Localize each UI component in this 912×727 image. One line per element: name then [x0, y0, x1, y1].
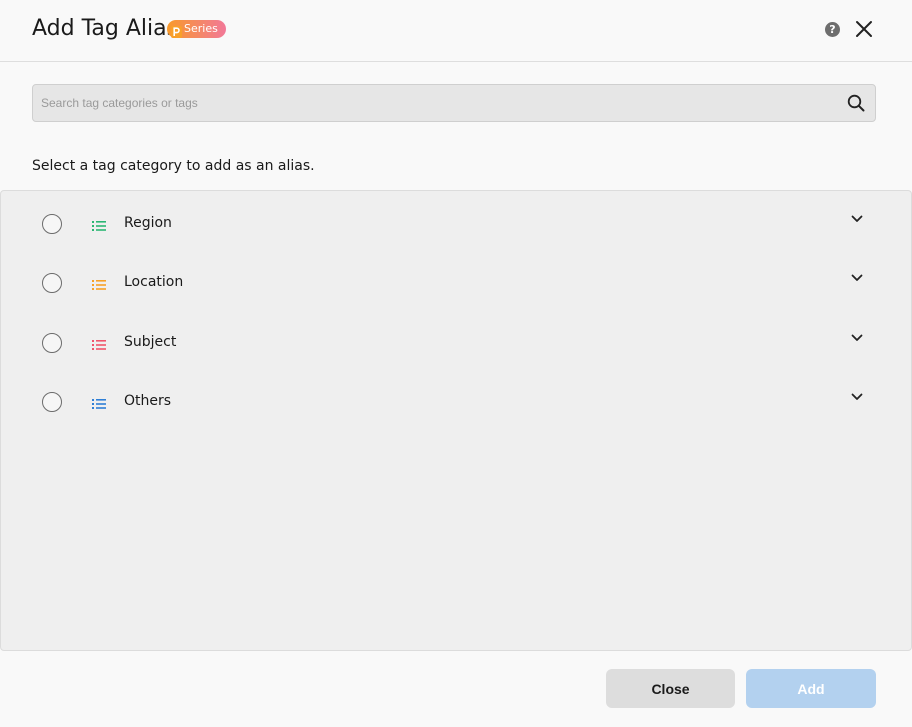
dialog-header: Add Tag Alias Series ? [0, 0, 912, 62]
radio-button[interactable] [42, 392, 62, 412]
category-label: Region [124, 215, 172, 231]
list-icon [92, 336, 106, 350]
radio-button[interactable] [42, 333, 62, 353]
chevron-down-icon[interactable] [850, 270, 864, 284]
p-series-badge: Series [167, 20, 226, 38]
chevron-down-icon[interactable] [850, 330, 864, 344]
help-icon[interactable]: ? [825, 22, 840, 37]
add-tag-alias-dialog: Add Tag Alias Series ? Select a t [0, 0, 912, 727]
category-row-location[interactable]: Location [1, 264, 911, 304]
close-icon[interactable] [854, 19, 874, 39]
chevron-down-icon[interactable] [850, 211, 864, 225]
list-icon [92, 217, 106, 231]
badge-label: Series [184, 22, 218, 35]
search-box [32, 84, 876, 122]
close-button[interactable]: Close [606, 669, 735, 708]
search-icon[interactable] [847, 94, 865, 112]
category-list: Region Location Subject Others [0, 190, 912, 651]
category-label: Subject [124, 334, 177, 350]
category-row-others[interactable]: Others [1, 383, 911, 423]
search-input[interactable] [41, 85, 831, 121]
chevron-down-icon[interactable] [850, 389, 864, 403]
category-label: Location [124, 274, 184, 290]
dialog-title: Add Tag Alias [32, 16, 179, 41]
category-row-region[interactable]: Region [1, 205, 911, 245]
instruction-text: Select a tag category to add as an alias… [32, 158, 315, 174]
add-button[interactable]: Add [746, 669, 876, 708]
list-icon [92, 276, 106, 290]
radio-button[interactable] [42, 273, 62, 293]
list-icon [92, 395, 106, 409]
p-logo-icon [171, 23, 182, 38]
radio-button[interactable] [42, 214, 62, 234]
category-row-subject[interactable]: Subject [1, 324, 911, 364]
category-label: Others [124, 393, 172, 409]
